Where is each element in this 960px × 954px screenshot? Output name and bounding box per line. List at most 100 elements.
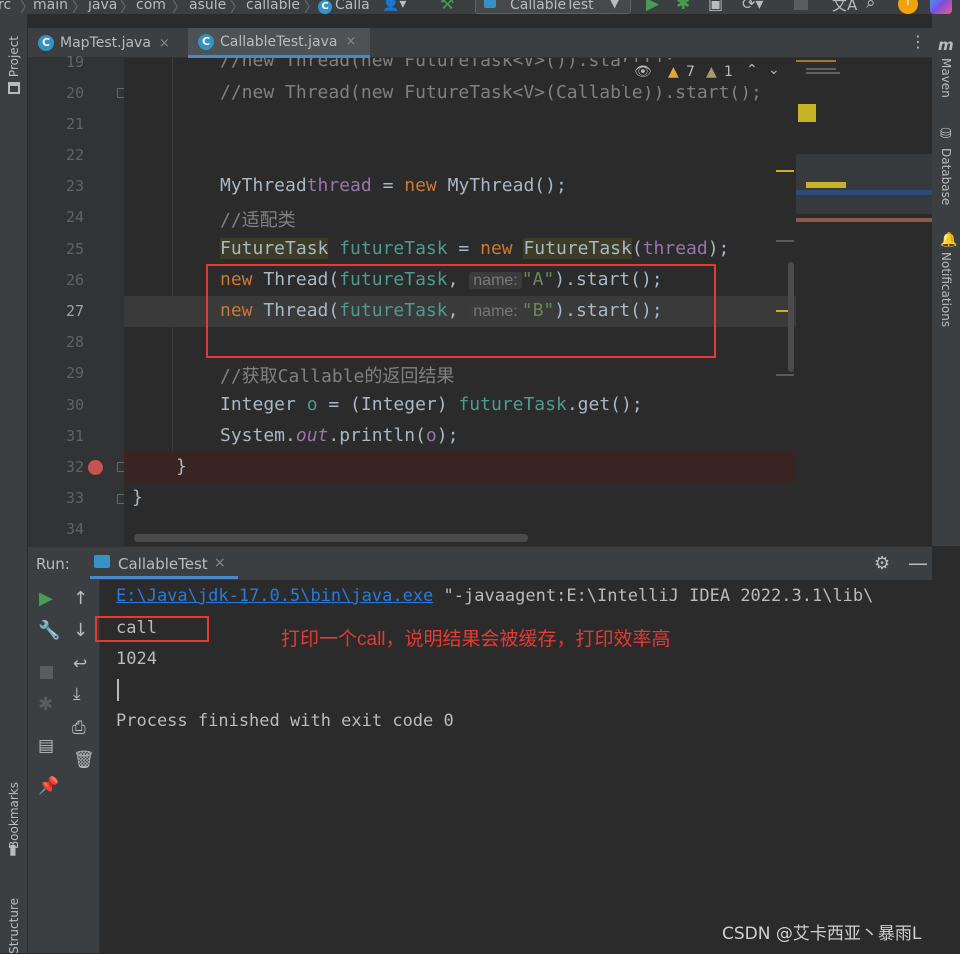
console-line-cmd: E:\Java\jdk-17.0.5\bin\java.exe "-javaag…	[116, 586, 874, 606]
maven-tool-button[interactable]: Maven	[939, 58, 953, 98]
tab-maptest[interactable]: C MapTest.java ×	[28, 28, 188, 58]
breadcrumb-com[interactable]: com	[136, 0, 166, 13]
breadcrumb-java[interactable]: java	[88, 0, 117, 13]
line-number: 25	[65, 240, 84, 258]
line-number: 29	[65, 364, 84, 382]
app-config-icon	[484, 0, 496, 8]
previous-highlight-icon[interactable]: ⌃	[746, 62, 758, 78]
code-line-29: //获取Callable的返回结果	[220, 366, 455, 387]
breadcrumb-callabletest[interactable]: C Calla	[318, 0, 370, 14]
tab-label: CallableTest.java	[220, 33, 338, 50]
annotation-text: 打印一个call，说明结果会被缓存，打印效率高	[281, 629, 671, 650]
build-hammer-icon[interactable]: ⚒	[440, 0, 454, 13]
project-folder-icon	[8, 82, 20, 94]
gear-icon[interactable]: ⚙	[874, 553, 890, 574]
search-icon[interactable]: ⌕	[866, 0, 876, 13]
line-number: 21	[65, 115, 84, 133]
horizontal-scrollbar[interactable]	[134, 534, 528, 542]
run-tab-label: CallableTest	[118, 555, 208, 573]
next-highlight-icon[interactable]: ⌄	[768, 62, 780, 78]
notifications-tool-button[interactable]: Notifications	[939, 252, 953, 327]
left-tool-strip: Project Bookmarks ▮ Structure	[0, 14, 28, 954]
database-icon: ⛁	[940, 126, 952, 142]
run-label: Run:	[36, 555, 70, 573]
inspection-widget[interactable]: 👁 ▲ 7 ▲ 1 ⌃ ⌄	[624, 62, 794, 86]
more-options-icon[interactable]: ⋮	[910, 32, 926, 51]
annotation-box-code	[206, 264, 716, 358]
text-cursor	[117, 679, 119, 701]
line-number: 32	[65, 458, 84, 476]
code-editor[interactable]: //new Thread(new FutureTask<V>()).start(…	[124, 58, 796, 546]
code-line-24: //适配类	[220, 210, 296, 231]
arrow-up-icon[interactable]: ↑	[73, 588, 88, 609]
warning-count: 7	[686, 64, 695, 80]
debug-icon[interactable]: ✱	[676, 0, 690, 14]
update-icon[interactable]: ↑	[898, 0, 918, 14]
print-icon[interactable]: ⎙	[72, 718, 86, 738]
breadcrumb-main[interactable]: main	[33, 0, 68, 13]
bookmarks-tool-button[interactable]: Bookmarks	[7, 782, 21, 849]
line-number: 24	[65, 208, 84, 226]
pin-icon[interactable]: 📌	[38, 776, 59, 796]
console-line-finished: Process finished with exit code 0	[116, 711, 454, 731]
navigation-toolbar: rc 〉 main 〉 java 〉 com 〉 asule 〉 callabl…	[0, 0, 960, 14]
breadcrumb-separator: 〉	[72, 0, 86, 14]
project-tool-button[interactable]: Project	[7, 36, 21, 77]
profiler-icon[interactable]: ⟳▾	[742, 0, 763, 13]
debug-icon[interactable]: ✱	[38, 694, 53, 715]
close-icon[interactable]: ×	[345, 34, 356, 49]
vertical-scrollbar[interactable]	[788, 262, 794, 372]
line-number: 31	[65, 427, 84, 445]
translate-icon[interactable]: 文A	[832, 0, 857, 14]
rerun-icon[interactable]: ▶	[39, 588, 53, 609]
soft-wrap-icon[interactable]: ↩	[73, 654, 87, 674]
annotation-box-console	[95, 616, 209, 642]
layout-icon[interactable]: ▤	[38, 736, 54, 756]
line-number: 23	[65, 177, 84, 195]
watermark: CSDN @艾卡西亚丶暴雨L	[722, 924, 922, 944]
coverage-icon[interactable]: ▣	[708, 0, 723, 13]
run-config-select[interactable]: CallableTest ▼	[475, 0, 631, 14]
class-icon: C	[198, 33, 214, 50]
tab-callabletest[interactable]: C CallableTest.java ×	[188, 28, 370, 58]
console-link[interactable]: E:\Java\jdk-17.0.5\bin\java.exe	[116, 586, 433, 606]
minimize-icon[interactable]: —	[908, 551, 928, 575]
breadcrumb-separator: 〉	[304, 0, 318, 14]
trash-icon[interactable]: 🗑	[73, 750, 95, 770]
code-line-33: }	[132, 487, 143, 508]
breadcrumb-rc[interactable]: rc	[0, 0, 11, 13]
code-line-32: }	[176, 456, 187, 477]
weak-warning-count: 1	[724, 64, 733, 80]
reader-mode-icon[interactable]: 👁	[634, 64, 652, 80]
indent-guide	[172, 58, 173, 452]
code-line-23: MyThreadthread = new MyThread();	[220, 175, 567, 196]
class-icon: C	[318, 0, 332, 14]
app-config-icon	[94, 555, 110, 568]
arrow-down-icon[interactable]: ↓	[73, 620, 88, 641]
console-line-1024: 1024	[116, 649, 157, 669]
close-icon[interactable]: ×	[214, 555, 226, 571]
run-config-label: CallableTest	[510, 0, 594, 13]
stop-icon[interactable]	[40, 666, 53, 679]
close-icon[interactable]: ×	[159, 36, 170, 51]
code-line-25: FutureTask futureTask = new FutureTask(t…	[220, 238, 730, 259]
warning-icon: ▲	[668, 64, 679, 80]
right-tool-strip: m Maven ⛁ Database 🔔 Notifications	[932, 14, 960, 546]
stop-icon[interactable]	[794, 0, 808, 10]
breadcrumb-callable[interactable]: callable	[246, 0, 300, 13]
line-number: 26	[65, 271, 84, 289]
breakpoint-icon[interactable]	[88, 460, 103, 475]
console-output[interactable]: E:\Java\jdk-17.0.5\bin\java.exe "-javaag…	[95, 580, 960, 953]
wrench-icon[interactable]: 🔧	[38, 620, 60, 641]
run-icon[interactable]: ▶	[646, 0, 659, 14]
structure-tool-button[interactable]: Structure	[7, 898, 21, 954]
code-minimap[interactable]	[776, 58, 932, 546]
line-number: 22	[65, 146, 84, 164]
bookmark-icon: ▮	[9, 842, 17, 858]
user-icon[interactable]: 👤▾	[382, 0, 406, 12]
run-actions: ▶ ↑ 🔧 ↓ ↩ ⤓ ✱ ⎙ ▤ 🗑 📌	[28, 580, 100, 953]
database-tool-button[interactable]: Database	[939, 148, 953, 205]
scroll-to-end-icon[interactable]: ⤓	[73, 684, 81, 704]
breadcrumb-asule[interactable]: asule	[189, 0, 226, 13]
tab-callabletest-run[interactable]: CallableTest ×	[90, 547, 238, 579]
